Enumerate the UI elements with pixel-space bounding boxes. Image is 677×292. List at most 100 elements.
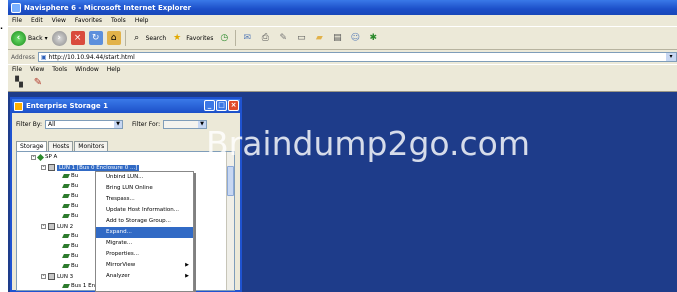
menu-tools[interactable]: Tools bbox=[111, 17, 126, 24]
menu-item-bring-lun-online[interactable]: Bring LUN Online bbox=[96, 183, 193, 194]
search-label: Search bbox=[145, 34, 167, 42]
tree-leaf-disk[interactable]: Bu bbox=[62, 203, 79, 209]
back-dropdown-icon[interactable]: ▾ bbox=[45, 35, 48, 42]
folder-icon[interactable]: ▰ bbox=[312, 31, 326, 45]
menu-item-label: MirrorView bbox=[106, 262, 136, 268]
collapse-icon[interactable]: - bbox=[41, 274, 46, 279]
tree-node-label: LUN 3 bbox=[57, 273, 74, 280]
tree-leaf-disk[interactable]: Bu bbox=[62, 173, 78, 179]
menu-item-expand[interactable]: Expand... bbox=[96, 227, 193, 238]
tree-leaf-disk[interactable]: Bu bbox=[62, 253, 78, 259]
menu-favorites[interactable]: Favorites bbox=[75, 17, 102, 24]
browser-window: Navisphere 6 - Microsoft Internet Explor… bbox=[8, 0, 677, 292]
menu-item-add-to-storage-group[interactable]: Add to Storage Group... bbox=[96, 216, 193, 227]
tree-node-label: Bu bbox=[71, 183, 79, 189]
tab-hosts[interactable]: Hosts bbox=[48, 141, 74, 151]
back-button[interactable]: ‹ Back ▾ bbox=[11, 30, 48, 46]
search-button[interactable]: ⌕ Search bbox=[130, 31, 167, 45]
close-button[interactable]: × bbox=[228, 100, 239, 111]
app-menu-file[interactable]: File bbox=[12, 66, 22, 73]
storage-system-icon[interactable]: ▚ bbox=[12, 76, 26, 90]
research-icon[interactable]: ▤ bbox=[330, 31, 344, 45]
sp-icon bbox=[36, 153, 45, 161]
tab-monitors[interactable]: Monitors bbox=[74, 141, 109, 151]
forward-button[interactable]: › bbox=[51, 30, 67, 46]
browser-title: Navisphere 6 - Microsoft Internet Explor… bbox=[24, 3, 192, 12]
tree-node-label: LUN 1 [Bus 0 Enclosure 0 ...] bbox=[57, 164, 140, 171]
menu-item-properties[interactable]: Properties... bbox=[96, 249, 193, 260]
app-menu-tools[interactable]: Tools bbox=[52, 66, 67, 73]
collapse-icon[interactable]: - bbox=[41, 224, 46, 229]
edit-icon[interactable]: ✎ bbox=[276, 31, 290, 45]
minimize-button[interactable]: _ bbox=[204, 100, 215, 111]
address-input[interactable]: ▣ http://10.10.94.44/start.html ▾ bbox=[37, 52, 677, 62]
menu-item-label: Update Host Information... bbox=[106, 207, 180, 213]
plugin-icon[interactable]: ✱ bbox=[366, 31, 380, 45]
history-icon[interactable]: ◷ bbox=[217, 31, 231, 45]
stop-icon[interactable]: × bbox=[70, 31, 85, 45]
filter-by-select[interactable]: All ▼ bbox=[45, 120, 124, 129]
menu-item-update-host-info[interactable]: Update Host Information... bbox=[96, 205, 193, 216]
disk-icon bbox=[62, 204, 70, 208]
menu-help[interactable]: Help bbox=[135, 17, 149, 24]
disk-icon bbox=[62, 174, 70, 178]
menu-item-analyzer[interactable]: Analyzer ▶ bbox=[96, 271, 193, 282]
filter-for-select[interactable]: ▼ bbox=[163, 120, 208, 129]
tree-leaf-disk[interactable]: Bu bbox=[62, 243, 78, 249]
menu-edit[interactable]: Edit bbox=[31, 17, 43, 24]
discuss-icon[interactable]: ▭ bbox=[294, 31, 308, 45]
tree-leaf-disk[interactable]: Bu bbox=[62, 193, 78, 199]
home-icon[interactable]: ⌂ bbox=[106, 31, 121, 45]
menu-item-label: Migrate... bbox=[106, 240, 133, 246]
menu-view[interactable]: View bbox=[52, 17, 66, 24]
tree-node-lun2[interactable]: - LUN 2 bbox=[41, 223, 73, 230]
favorites-button[interactable]: ★ Favorites bbox=[170, 31, 213, 45]
tree-leaf-disk[interactable]: Bu bbox=[62, 213, 79, 219]
app-menu-help[interactable]: Help bbox=[107, 66, 121, 73]
filter-by-label: Filter By: bbox=[16, 121, 43, 128]
tree-node-label: Bu bbox=[71, 203, 79, 209]
mail-icon[interactable]: ✉ bbox=[240, 31, 254, 45]
tree-leaf-disk[interactable]: Bu bbox=[62, 233, 78, 239]
tree-node-lun3[interactable]: - LUN 3 bbox=[41, 273, 73, 280]
app-menu-view[interactable]: View bbox=[30, 66, 44, 73]
browser-titlebar: Navisphere 6 - Microsoft Internet Explor… bbox=[8, 0, 677, 15]
star-icon: ★ bbox=[173, 33, 182, 43]
chevron-down-icon: ▼ bbox=[198, 121, 207, 128]
tree-leaf-disk[interactable]: Bu bbox=[62, 263, 78, 269]
tree-node-sp[interactable]: - SP A bbox=[31, 153, 58, 161]
refresh-icon[interactable]: ↻ bbox=[88, 31, 103, 45]
tree-node-lun1[interactable]: - LUN 1 [Bus 0 Enclosure 0 ...] bbox=[41, 164, 140, 171]
menu-item-trespass[interactable]: Trespass... bbox=[96, 194, 193, 205]
collapse-icon[interactable]: - bbox=[41, 165, 46, 170]
menu-item-label: Add to Storage Group... bbox=[106, 218, 171, 224]
window-icon bbox=[14, 101, 23, 111]
menu-item-mirrorview[interactable]: MirrorView ▶ bbox=[96, 260, 193, 271]
menu-file[interactable]: File bbox=[12, 17, 22, 24]
menu-item-unbind-lun[interactable]: Unbind LUN... bbox=[96, 172, 193, 183]
tree-leaf-disk[interactable]: Bu bbox=[62, 183, 79, 189]
messenger-icon[interactable]: ☺ bbox=[348, 31, 362, 45]
address-dropdown-icon[interactable]: ▾ bbox=[666, 53, 676, 61]
window-titlebar[interactable]: Enterprise Storage 1 _ □ × bbox=[12, 99, 240, 113]
tab-storage[interactable]: Storage bbox=[16, 141, 48, 151]
window-title: Enterprise Storage 1 bbox=[26, 102, 108, 110]
app-menu-window[interactable]: Window bbox=[75, 66, 99, 73]
tree-scrollbar[interactable] bbox=[226, 152, 234, 290]
menu-item-migrate[interactable]: Migrate... bbox=[96, 238, 193, 249]
lun-icon bbox=[48, 273, 55, 280]
disk-icon bbox=[62, 264, 70, 268]
disk-icon bbox=[62, 234, 70, 238]
edit-pencil-icon[interactable]: ✎ bbox=[31, 76, 45, 90]
address-label: Address bbox=[11, 53, 35, 61]
menu-item-label: Analyzer bbox=[106, 273, 130, 279]
print-icon[interactable]: ⎙ bbox=[258, 31, 272, 45]
tree-node-label: SP A bbox=[45, 154, 58, 160]
menu-item-label: Properties... bbox=[106, 251, 140, 257]
filter-row: Filter By: All ▼ Filter For: ▼ bbox=[16, 120, 208, 129]
collapse-icon[interactable]: - bbox=[31, 154, 36, 160]
maximize-button[interactable]: □ bbox=[216, 100, 227, 111]
tree-node-label: Bu bbox=[71, 213, 79, 219]
address-url: http://10.10.94.44/start.html bbox=[48, 53, 135, 61]
scrollbar-thumb[interactable] bbox=[227, 166, 234, 196]
